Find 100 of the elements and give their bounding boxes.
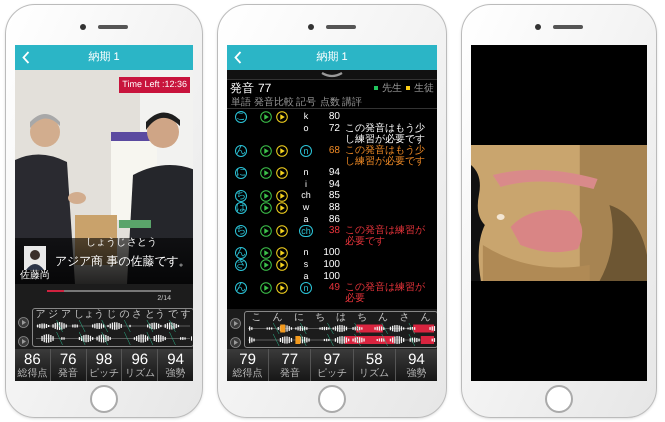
score-text: 72 [328, 123, 340, 134]
word-chip[interactable]: さ [235, 259, 247, 271]
score-text: 38 [328, 225, 340, 236]
play-icon[interactable] [260, 202, 272, 214]
play-button[interactable] [230, 318, 241, 329]
comment-text: この発音はもう少し練習が必要です [345, 145, 426, 167]
play-icon[interactable] [260, 167, 272, 179]
score-text: 94 [328, 179, 340, 190]
syllable-label: しょう [74, 310, 104, 320]
speaker-name: 佐藤尚 [20, 270, 50, 281]
score-text: 85 [328, 190, 340, 201]
play-icon[interactable] [276, 259, 288, 271]
time-left-badge: Time Left :12:36 [119, 77, 190, 92]
score-text: 80 [328, 111, 340, 122]
column-header: 記号 [296, 96, 316, 110]
comment-text: この発音は練習が必要です [345, 225, 426, 247]
section-score: 77 [258, 80, 272, 96]
syllable-label: は [336, 312, 346, 322]
play-icon[interactable] [276, 111, 288, 123]
score-label: ピッチ [88, 368, 119, 378]
syllable-label: ん [378, 312, 388, 322]
play-button[interactable] [18, 336, 29, 346]
play-icon[interactable] [260, 190, 272, 202]
phonetic-symbol: a [303, 271, 308, 282]
phonetic-symbol: ch [299, 225, 313, 237]
play-icon[interactable] [260, 282, 272, 294]
play-icon[interactable] [276, 190, 288, 202]
syllable-label: こ [252, 312, 262, 322]
word-chip[interactable]: こ [235, 111, 247, 123]
score-value: 76 [60, 352, 77, 368]
phonetic-symbol: o [303, 123, 308, 134]
score-label: 強勢 [166, 368, 186, 378]
play-icon[interactable] [276, 225, 288, 237]
syllable-label: ん [272, 312, 283, 322]
syllable-label: さ [132, 310, 142, 320]
play-icon[interactable] [276, 167, 288, 179]
score-label: ピッチ [317, 368, 347, 378]
comment-text: この発音は練習が必要 [345, 282, 426, 304]
phonetic-symbol: n [300, 145, 312, 157]
syllable-label: に [294, 312, 304, 322]
syllable-label: の [119, 310, 130, 320]
score-text: 100 [323, 247, 340, 258]
score-text: 100 [323, 271, 340, 282]
play-icon[interactable] [260, 145, 272, 157]
score-value: 96 [131, 352, 148, 368]
score-label: リズム [124, 368, 155, 378]
furigana: しょうじ [86, 238, 126, 248]
score-text: 100 [323, 259, 340, 270]
play-icon[interactable] [276, 145, 288, 157]
column-header: 発音比較 [254, 96, 294, 110]
screen-title: 納期 1 [88, 50, 120, 66]
legend-label: 先生 [382, 82, 402, 96]
subtitle-text: アジア商 事の佐藤です。 [55, 254, 190, 268]
chevron-down-icon[interactable] [321, 72, 343, 78]
play-icon[interactable] [260, 259, 272, 271]
word-chip[interactable]: ん [235, 145, 247, 157]
furigana: さとう [127, 238, 157, 248]
play-button[interactable] [18, 316, 29, 328]
score-value: 97 [324, 352, 340, 368]
play-icon[interactable] [260, 111, 272, 123]
score-value: 58 [366, 352, 383, 368]
word-chip[interactable]: ち [235, 190, 247, 202]
play-icon[interactable] [276, 282, 288, 294]
phonetic-symbol: k [304, 111, 308, 122]
score-value: 79 [239, 352, 256, 368]
score-label: 総得点 [232, 368, 263, 378]
phonetic-symbol: n [300, 282, 312, 294]
score-text: 49 [328, 282, 340, 293]
word-chip[interactable]: ち [235, 225, 247, 237]
play-icon[interactable] [276, 202, 288, 214]
syllable-label: で [168, 310, 178, 320]
syllable-label: さ [399, 312, 410, 322]
play-icon[interactable] [260, 225, 272, 237]
score-label: 発音 [280, 368, 300, 378]
score-text: 68 [328, 145, 340, 156]
score-value: 98 [96, 352, 112, 368]
score-label: 発音 [58, 368, 78, 378]
word-chip[interactable]: に [235, 167, 247, 179]
speaker-grille [326, 25, 356, 29]
score-label: 総得点 [17, 368, 48, 378]
score-text: 94 [328, 167, 340, 178]
word-chip[interactable]: は [235, 202, 247, 214]
score-text: 88 [328, 202, 340, 213]
play-icon[interactable] [276, 247, 288, 259]
comment-text: この発音はもう少し練習が必要です [345, 123, 426, 145]
screen-title: 納期 1 [316, 50, 348, 66]
syllable-label: ア [35, 310, 46, 320]
score-label: 強勢 [406, 368, 426, 378]
syllable-label: ジ [48, 310, 58, 320]
speaker-grille [98, 25, 128, 29]
play-button[interactable] [230, 337, 241, 348]
word-chip[interactable]: ん [235, 282, 247, 294]
word-chip[interactable]: ん [235, 247, 247, 259]
phonetic-symbol: i [305, 179, 307, 190]
play-icon[interactable] [260, 247, 272, 259]
section-title: 発音 [230, 80, 254, 96]
score-value: 86 [24, 352, 41, 368]
syllable-label: とう [144, 310, 165, 320]
column-header: 単語 [231, 96, 251, 110]
phonetic-symbol: n [303, 167, 308, 178]
